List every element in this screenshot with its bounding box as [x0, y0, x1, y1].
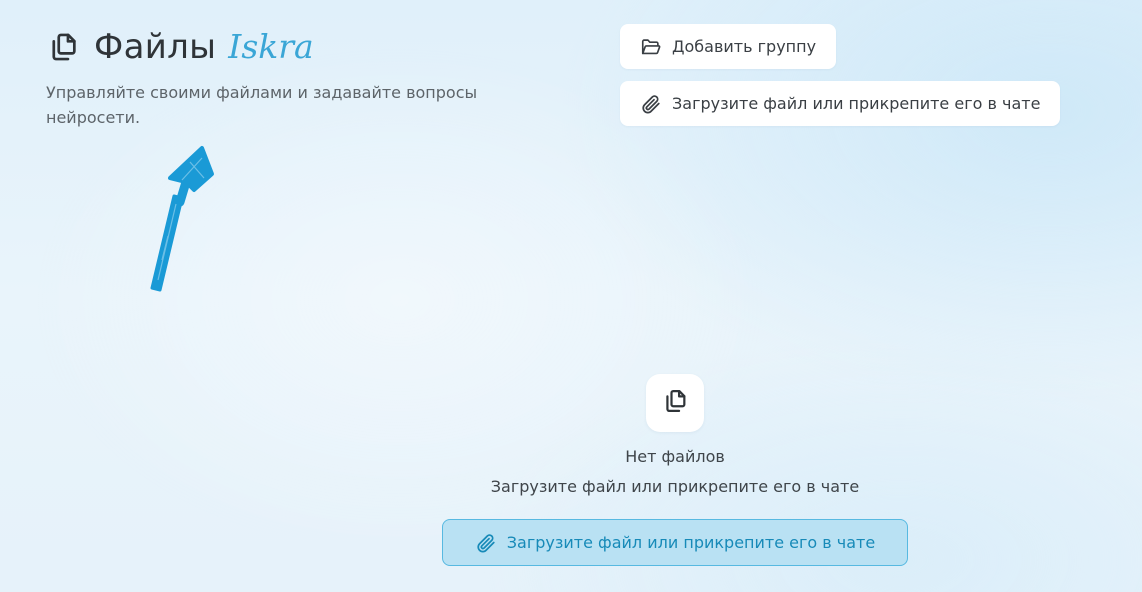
files-icon: [661, 387, 689, 419]
upload-file-cta-label: Загрузите файл или прикрепите его в чате: [506, 533, 876, 552]
empty-state-icon-box: [646, 374, 704, 432]
page-subtitle: Управляйте своими файлами и задавайте во…: [46, 83, 478, 127]
add-group-label: Добавить группу: [672, 37, 817, 56]
paperclip-icon: [475, 532, 497, 554]
upload-file-label: Загрузите файл или прикрепите его в чате: [672, 94, 1041, 113]
add-group-button[interactable]: Добавить группу: [620, 24, 837, 69]
upload-file-button[interactable]: Загрузите файл или прикрепите его в чате: [620, 81, 1061, 126]
empty-state: Нет файлов Загрузите файл или прикрепите…: [0, 374, 1142, 498]
title-row: Файлы Iskra: [46, 26, 546, 68]
hand-drawn-arrow-icon: [140, 140, 230, 304]
upload-file-cta-button[interactable]: Загрузите файл или прикрепите его в чате: [442, 519, 908, 566]
files-icon: [46, 30, 80, 64]
page-header: Файлы Iskra Управляйте своими файлами и …: [46, 26, 546, 130]
brand-name: Iskra: [228, 27, 314, 66]
folder-open-icon: [640, 36, 662, 58]
paperclip-icon: [640, 93, 662, 115]
empty-state-title: Нет файлов: [625, 447, 725, 466]
page-title: Файлы: [94, 27, 217, 67]
empty-state-subtitle: Загрузите файл или прикрепите его в чате: [490, 477, 860, 496]
